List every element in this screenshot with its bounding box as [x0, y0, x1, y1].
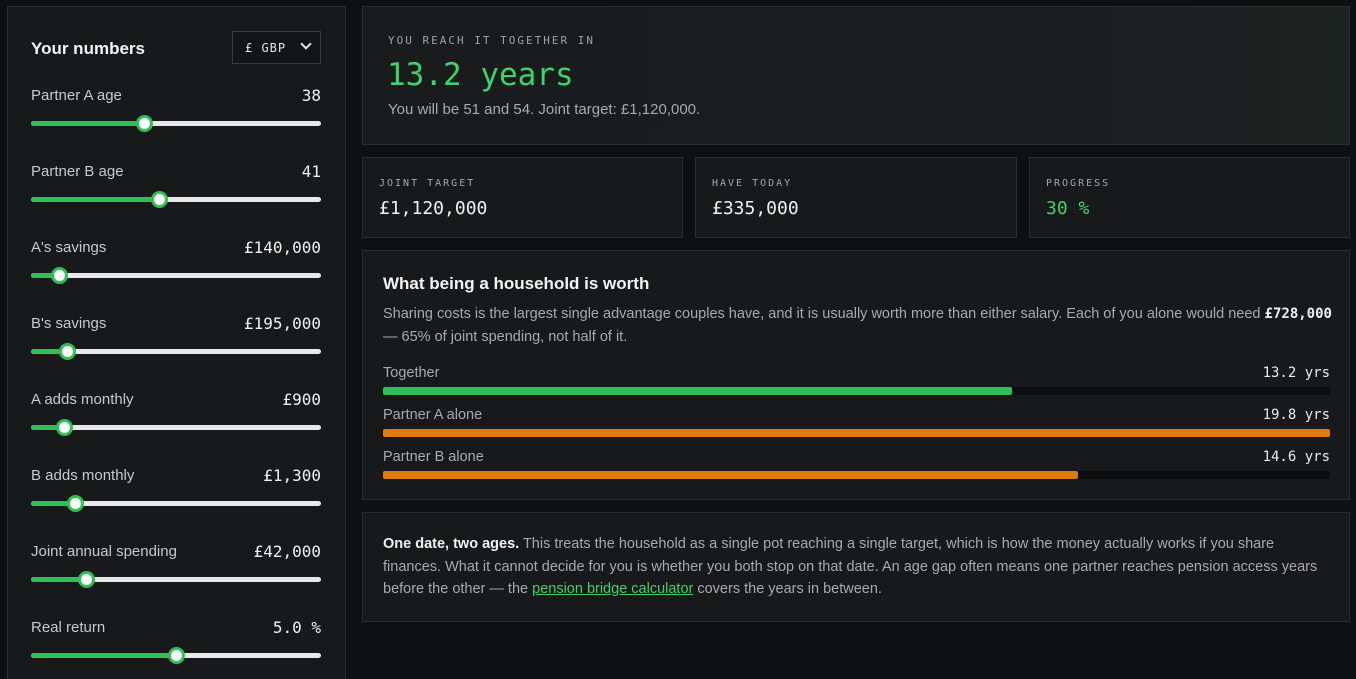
stat-joint-target: JOINT TARGET £1,120,000 — [362, 157, 683, 238]
result-hero: YOU REACH IT TOGETHER IN 13.2 years You … — [362, 6, 1350, 145]
slider-value: £1,300 — [263, 466, 321, 485]
slider-fill — [31, 121, 145, 126]
slider-thumb[interactable] — [168, 647, 185, 664]
card-title: What being a household is worth — [383, 274, 650, 293]
slider-thumb[interactable] — [59, 343, 77, 360]
bar-value: 13.2 yrs — [1262, 365, 1330, 381]
slider-thumb[interactable] — [78, 571, 96, 588]
slider-track[interactable] — [31, 343, 321, 360]
stat-value: £1,120,000 — [379, 198, 488, 219]
bar-label: Partner A alone — [383, 407, 483, 423]
bar-value: 14.6 yrs — [1262, 449, 1330, 465]
slider-track[interactable] — [31, 191, 321, 208]
note-body-end: covers the years in between. — [693, 581, 882, 597]
slider-label: Partner A age — [31, 87, 122, 104]
stat-progress: PROGRESS 30 % — [1029, 157, 1350, 238]
slider-value: 5.0 % — [272, 618, 321, 637]
slider-thumb[interactable] — [56, 419, 74, 436]
currency-value: £ GBP — [245, 41, 287, 55]
slider-value: £42,000 — [253, 542, 321, 561]
card-description: Sharing costs is the largest single adva… — [383, 303, 1333, 349]
slider-value: 41 — [301, 162, 321, 181]
bar-partner-b-alone: Partner B alone 14.6 yrs — [383, 449, 1330, 485]
slider-label: Real return — [31, 619, 106, 636]
stat-label: JOINT TARGET — [379, 178, 476, 189]
bar-value: 19.8 yrs — [1262, 407, 1330, 423]
slider-label: A's savings — [31, 239, 107, 256]
stat-label: PROGRESS — [1046, 178, 1111, 189]
hero-eyebrow: YOU REACH IT TOGETHER IN — [388, 34, 595, 47]
desc-text-end: — 65% of joint spending, not half of it. — [383, 329, 628, 345]
slider-thumb[interactable] — [66, 495, 84, 512]
slider-thumb[interactable] — [136, 115, 154, 132]
bar-track — [383, 429, 1330, 437]
slider-fill — [31, 197, 159, 202]
slider-label: B's savings — [31, 315, 107, 332]
slider-value: £140,000 — [243, 238, 321, 257]
inputs-header: Your numbers £ GBP — [31, 31, 321, 65]
bar-together: Together 13.2 yrs — [383, 365, 1330, 401]
stat-have-today: HAVE TODAY £335,000 — [695, 157, 1017, 238]
slider-thumb[interactable] — [50, 267, 68, 284]
bar-fill — [383, 471, 1079, 479]
panel-title: Your numbers — [31, 39, 145, 58]
stat-value: 30 % — [1046, 198, 1090, 219]
slider-joint-annual-spending: Joint annual spending £42,000 — [31, 542, 321, 619]
bar-partner-a-alone: Partner A alone 19.8 yrs — [383, 407, 1330, 443]
slider-track[interactable] — [31, 267, 321, 284]
household-card: What being a household is worth Sharing … — [362, 250, 1350, 500]
slider-value: £900 — [282, 390, 321, 409]
slider-b-savings: B's savings £195,000 — [31, 314, 321, 391]
slider-b-adds-monthly: B adds monthly £1,300 — [31, 466, 321, 543]
slider-track[interactable] — [31, 571, 321, 588]
bar-fill — [383, 429, 1330, 437]
bar-fill — [383, 387, 1012, 395]
slider-label: B adds monthly — [31, 467, 135, 484]
slider-a-adds-monthly: A adds monthly £900 — [31, 390, 321, 467]
inputs-panel: Your numbers £ GBP Partner A age 38 Part… — [7, 6, 346, 679]
slider-partner-b-age: Partner B age 41 — [31, 162, 321, 239]
pension-bridge-link[interactable]: pension bridge calculator — [532, 581, 693, 597]
bar-label: Together — [383, 365, 440, 381]
slider-value: £195,000 — [243, 314, 321, 333]
slider-track[interactable] — [31, 419, 321, 436]
slider-track[interactable] — [31, 115, 321, 132]
slider-label: Joint annual spending — [31, 543, 177, 560]
stat-label: HAVE TODAY — [712, 178, 793, 189]
bar-track — [383, 387, 1330, 395]
note-text: One date, two ages. This treats the hous… — [383, 533, 1333, 601]
slider-a-savings: A's savings £140,000 — [31, 238, 321, 315]
hero-headline: 13.2 years — [387, 57, 574, 93]
currency-select[interactable]: £ GBP — [232, 31, 321, 64]
note-lead: One date, two ages. — [383, 536, 520, 552]
slider-thumb[interactable] — [150, 191, 168, 208]
explanation-note: One date, two ages. This treats the hous… — [362, 512, 1350, 622]
slider-label: A adds monthly — [31, 391, 134, 408]
bar-label: Partner B alone — [383, 449, 484, 465]
stat-value: £335,000 — [712, 198, 799, 219]
slider-value: 38 — [301, 86, 321, 105]
slider-track[interactable] — [31, 495, 321, 512]
slider-label: Partner B age — [31, 163, 124, 180]
slider-fill — [31, 653, 176, 658]
hero-subline: You will be 51 and 54. Joint target: £1,… — [388, 101, 701, 118]
desc-text: Sharing costs is the largest single adva… — [383, 306, 1265, 322]
bar-track — [383, 471, 1330, 479]
chevron-down-icon — [300, 38, 312, 50]
desc-amount: £728,000 — [1264, 306, 1332, 322]
slider-real-return: Real return 5.0 % — [31, 618, 321, 679]
slider-partner-a-age: Partner A age 38 — [31, 86, 321, 163]
slider-track[interactable] — [31, 647, 321, 664]
